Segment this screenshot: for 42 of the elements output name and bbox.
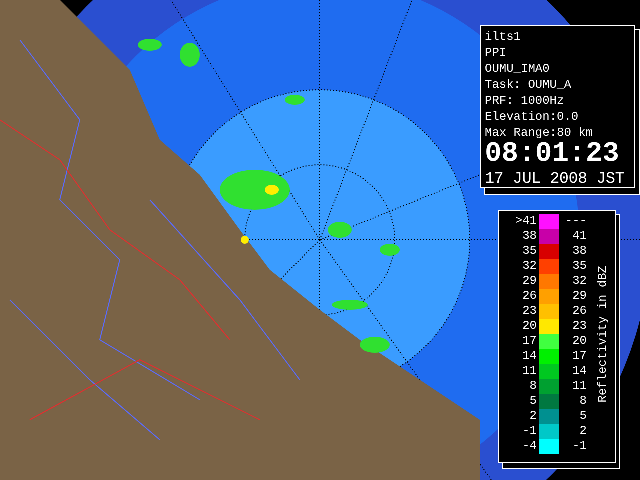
- info-line: Elevation:0.0: [485, 109, 580, 125]
- legend-low-value: 26: [522, 289, 538, 304]
- legend-high-value: -1: [572, 439, 587, 454]
- time-display: 08:01:23: [485, 141, 620, 169]
- info-line: PRF: 1000Hz: [485, 93, 566, 109]
- legend-low-value: 5: [528, 394, 538, 409]
- legend-high-value: 41: [572, 229, 587, 244]
- legend-low-value: 11: [522, 364, 538, 379]
- info-line: PPI: [485, 45, 508, 61]
- legend-low-value: 35: [522, 244, 538, 259]
- info-line: ilts1: [485, 29, 522, 45]
- info-line: Task: OUMU_A: [485, 77, 572, 93]
- legend-high-value: 38: [572, 244, 587, 259]
- legend-low-value: 14: [522, 349, 538, 364]
- legend-high-value: 2: [578, 424, 587, 439]
- legend-axis-label: Reflectivity in dBZ: [596, 266, 610, 402]
- info-line: OUMU_IMA0: [485, 61, 551, 77]
- legend-high-value: 14: [572, 364, 587, 379]
- legend-high-value: 5: [578, 409, 587, 424]
- legend-high-value: 11: [572, 379, 587, 394]
- legend-high-value: 17: [572, 349, 587, 364]
- legend-high-value: 29: [572, 289, 587, 304]
- legend-high-value: 20: [572, 334, 587, 349]
- legend-low-value: 32: [522, 259, 538, 274]
- legend-low-value: -1: [522, 424, 538, 439]
- legend-high-value: 23: [572, 319, 587, 334]
- legend-low-value: 2: [528, 409, 538, 424]
- legend-low-value: 8: [528, 379, 538, 394]
- legend-low-value: 17: [522, 334, 538, 349]
- date-display: 17 JUL 2008 JST: [485, 169, 625, 189]
- info-line: Max Range:80 km: [485, 125, 594, 141]
- legend-high-value: ---: [564, 214, 587, 229]
- legend-high-value: 32: [572, 274, 587, 289]
- legend-low-value: 23: [522, 304, 538, 319]
- legend-high-value: 8: [578, 394, 587, 409]
- legend-high-value: 35: [572, 259, 587, 274]
- legend-low-value: -4: [522, 439, 538, 454]
- legend-low-value: 38: [522, 229, 538, 244]
- legend-high-value: 26: [572, 304, 587, 319]
- legend-low-value: 29: [522, 274, 538, 289]
- legend-low-value: 20: [522, 319, 538, 334]
- legend-low-value: >41: [514, 214, 538, 229]
